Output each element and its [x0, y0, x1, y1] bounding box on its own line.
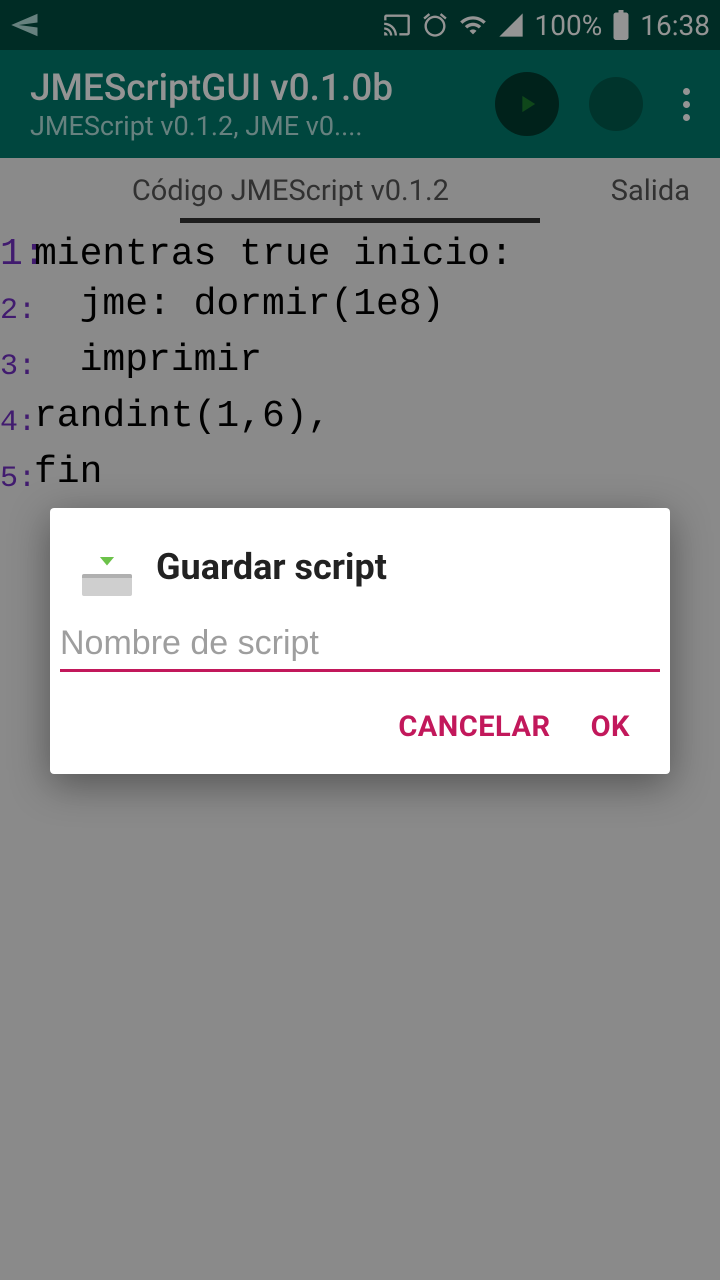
script-name-input[interactable]: [60, 616, 660, 672]
ok-button[interactable]: OK: [591, 710, 630, 744]
dialog-input-wrap: [50, 616, 670, 672]
save-script-dialog: Guardar script CANCELAR OK: [50, 508, 670, 774]
dialog-header: Guardar script: [50, 538, 670, 616]
dialog-title: Guardar script: [156, 546, 387, 588]
cancel-button[interactable]: CANCELAR: [398, 710, 550, 744]
save-download-icon: [78, 538, 136, 596]
dialog-actions: CANCELAR OK: [50, 672, 670, 764]
